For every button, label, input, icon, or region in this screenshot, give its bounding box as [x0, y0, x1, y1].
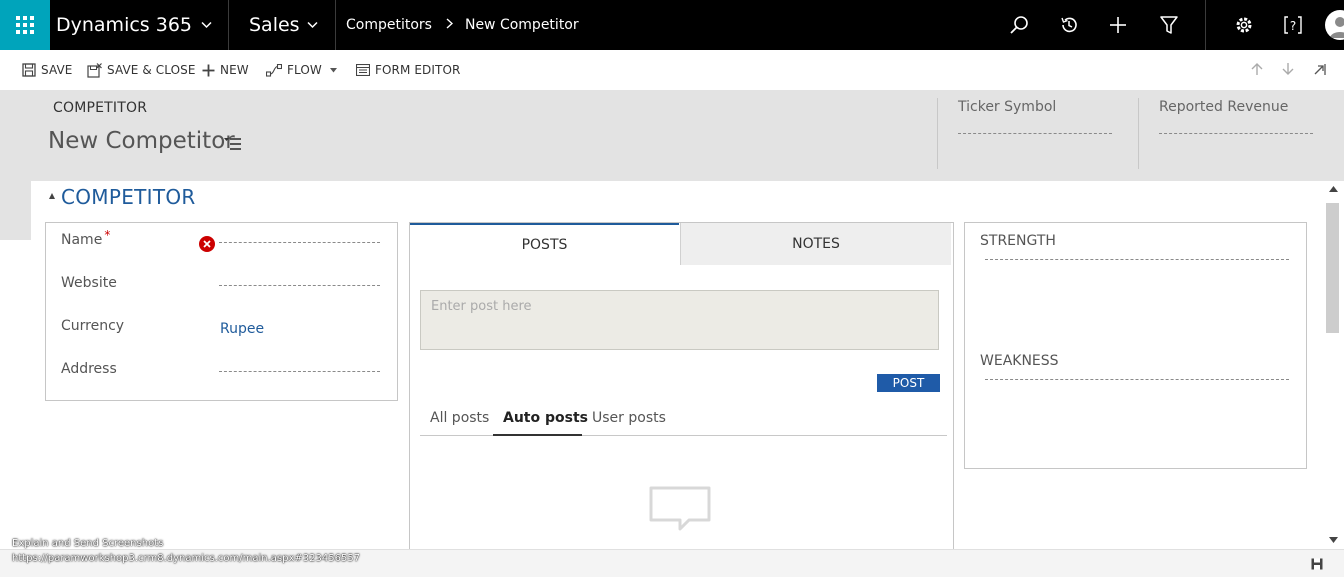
nav-divider	[1205, 0, 1206, 50]
currency-lookup-value[interactable]: Rupee	[220, 321, 264, 337]
currency-label: Currency	[61, 318, 125, 334]
search-icon[interactable]	[1007, 13, 1031, 37]
app-name[interactable]: Sales	[249, 0, 300, 50]
breadcrumb-chevron-icon	[446, 17, 454, 33]
flow-label: FLOW	[287, 63, 322, 77]
save-close-icon	[87, 62, 102, 78]
weakness-label: WEAKNESS	[980, 353, 1059, 369]
app-chevron-down-icon[interactable]	[307, 21, 318, 29]
nav-divider	[228, 0, 229, 50]
section-title: COMPETITOR	[61, 185, 196, 209]
screenshot-tool-caption: Explain and Send Screenshots	[12, 538, 164, 549]
post-input[interactable]: Enter post here	[420, 290, 939, 350]
scroll-up-arrow-icon[interactable]	[1329, 186, 1338, 192]
active-filter-underline	[493, 434, 582, 436]
breadcrumb-new-competitor: New Competitor	[464, 17, 579, 33]
reported-revenue-field[interactable]	[1159, 133, 1313, 134]
filter-user-posts[interactable]: User posts	[592, 410, 666, 426]
add-icon[interactable]	[1106, 13, 1130, 37]
svg-text:?: ?	[1290, 19, 1296, 33]
strength-field[interactable]	[985, 259, 1289, 260]
flow-icon	[266, 63, 282, 77]
app-launcher-waffle-icon[interactable]	[0, 0, 50, 50]
plus-icon	[202, 64, 215, 76]
user-avatar-icon[interactable]	[1325, 10, 1344, 40]
screenshot-tool-url: https://paramworkshop3.crm8.dynamics.com…	[12, 553, 361, 564]
address-label: Address	[61, 361, 117, 377]
form-editor-label: FORM EDITOR	[375, 63, 461, 77]
nav-divider	[335, 0, 336, 50]
next-record-arrow-down-icon[interactable]	[1282, 62, 1294, 76]
name-field[interactable]	[219, 242, 380, 243]
section-collapse-triangle-icon[interactable]	[49, 193, 55, 199]
tab-notes[interactable]: NOTES	[680, 223, 951, 265]
flow-caret-down-icon	[329, 67, 337, 72]
scrollbar-thumb[interactable]	[1326, 203, 1339, 333]
command-bar: SAVE SAVE & CLOSE NEW FLOW FORM EDITOR	[0, 50, 1344, 90]
post-button[interactable]: POST	[877, 374, 940, 392]
record-title: New Competitor	[48, 128, 235, 154]
filter-auto-posts[interactable]: Auto posts	[503, 410, 588, 426]
form-editor-icon	[356, 64, 370, 76]
weakness-field[interactable]	[985, 379, 1289, 380]
filter-all-posts[interactable]: All posts	[430, 410, 489, 426]
address-field[interactable]	[219, 371, 380, 372]
header-divider	[1138, 98, 1139, 169]
ticker-symbol-label: Ticker Symbol	[958, 99, 1057, 115]
new-label: NEW	[220, 63, 249, 77]
form-scrollbar[interactable]	[1323, 181, 1344, 549]
tab-posts[interactable]: POSTS	[410, 223, 679, 265]
form-selector-menu-icon[interactable]	[224, 137, 242, 151]
expand-form-icon[interactable]	[1313, 63, 1326, 76]
website-field[interactable]	[219, 285, 380, 286]
save-icon	[22, 63, 36, 77]
breadcrumb-competitors[interactable]: Competitors	[346, 17, 432, 33]
strength-label: STRENGTH	[980, 233, 1056, 249]
header-divider	[937, 98, 938, 169]
reported-revenue-label: Reported Revenue	[1159, 99, 1289, 115]
error-icon	[199, 236, 215, 252]
new-button[interactable]: NEW	[202, 50, 249, 90]
name-label: Name *	[61, 228, 111, 248]
recent-history-icon[interactable]	[1057, 13, 1081, 37]
brand-chevron-down-icon[interactable]	[201, 21, 212, 29]
entity-name-label: COMPETITOR	[53, 100, 148, 116]
brand-title[interactable]: Dynamics 365	[56, 0, 192, 50]
save-and-close-label: SAVE & CLOSE	[107, 63, 196, 77]
empty-posts-speech-bubble-icon	[649, 486, 711, 531]
required-asterisk: *	[104, 228, 111, 242]
settings-gear-icon[interactable]	[1232, 13, 1256, 37]
top-navigation-bar: Dynamics 365 Sales Competitors New Compe…	[0, 0, 1344, 50]
help-icon[interactable]: ?	[1281, 13, 1305, 37]
website-label: Website	[61, 275, 117, 291]
save-and-close-button[interactable]: SAVE & CLOSE	[87, 50, 196, 90]
flow-button[interactable]: FLOW	[266, 50, 337, 90]
breadcrumb: Competitors New Competitor	[346, 0, 579, 50]
status-save-icon[interactable]	[1311, 558, 1323, 570]
ticker-symbol-field[interactable]	[958, 133, 1112, 134]
scroll-down-arrow-icon[interactable]	[1329, 537, 1338, 543]
form-editor-button[interactable]: FORM EDITOR	[356, 50, 460, 90]
save-button[interactable]: SAVE	[22, 50, 72, 90]
save-label: SAVE	[41, 63, 73, 77]
previous-record-arrow-up-icon[interactable]	[1251, 62, 1263, 76]
filter-icon[interactable]	[1157, 13, 1181, 37]
